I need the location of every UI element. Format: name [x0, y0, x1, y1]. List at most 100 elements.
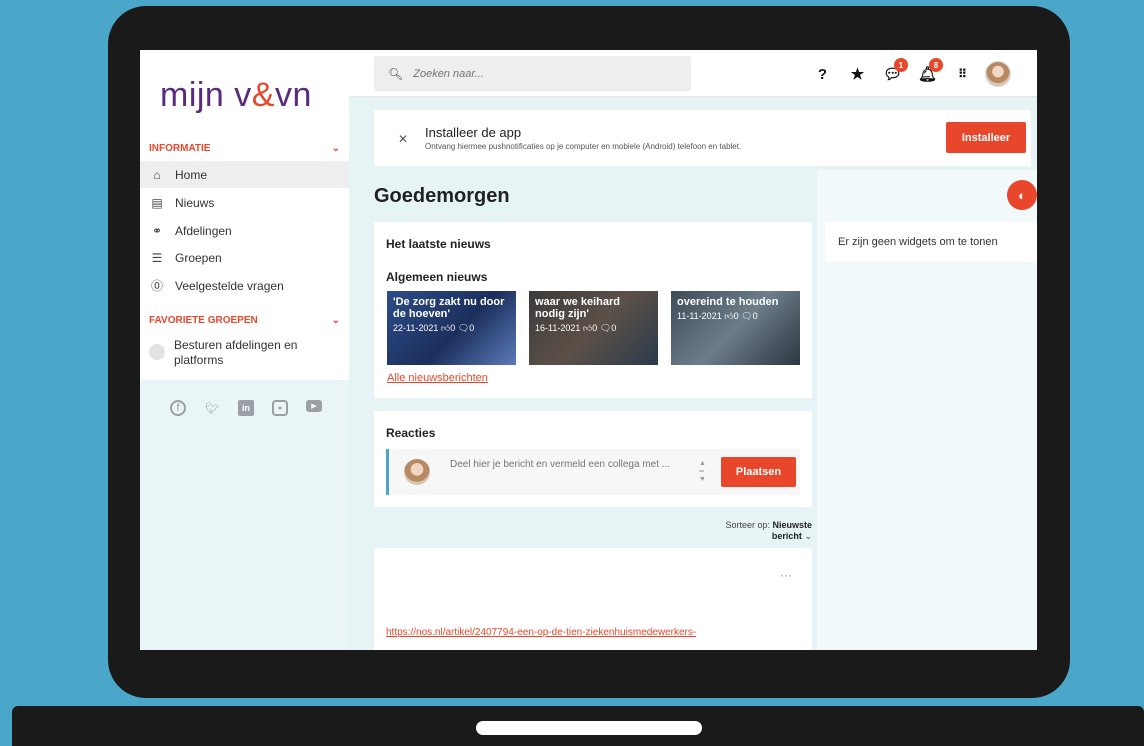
news-date: 22-11-2021 [393, 323, 439, 333]
reaction-input[interactable] [450, 457, 695, 487]
apps-grid-icon[interactable]: ⠿ [945, 58, 980, 90]
comments-count: 0 [469, 323, 475, 333]
reactions-title: Reacties [386, 426, 436, 440]
reactions-card: Reacties ▲═▼ Plaatsen [374, 411, 812, 507]
section-informatie-label: INFORMATIE [149, 142, 211, 154]
linkedin-icon[interactable]: in [238, 400, 254, 416]
news-card: Het laatste nieuws Algemeen nieuws 'De z… [374, 222, 812, 398]
laptop-notch [476, 721, 702, 735]
comments-count: 0 [611, 323, 617, 333]
social-links: f 🐦︎ in ● ▶ [170, 400, 322, 416]
search-icon: 🔍︎ [388, 66, 404, 81]
avatar [404, 459, 430, 485]
reaction-composer: ▲═▼ Plaatsen [386, 449, 800, 495]
widgets-empty-text: Er zijn geen widgets om te tonen [838, 236, 998, 248]
sidebar-item-home[interactable]: ⌂ Home [140, 161, 349, 188]
sidebar-item-groepen[interactable]: ☰ Groepen [140, 244, 349, 271]
comment-icon: 🗨︎ [741, 311, 753, 321]
news-tiles: 'De zorg zakt nu door de hoeven' 22-11-2… [387, 291, 800, 365]
sidebar-item-label: Afdelingen [175, 223, 232, 238]
news-section-title: Algemeen nieuws [386, 270, 488, 284]
comments-count: 0 [752, 311, 758, 321]
sidebar-item-label: Groepen [175, 250, 222, 265]
news-tile-meta: 16-11-2021 👍︎0 🗨︎0 [535, 322, 652, 334]
widgets-card: Er zijn geen widgets om te tonen [825, 222, 1037, 262]
likes-count: 0 [592, 323, 598, 333]
all-news-link[interactable]: Alle nieuwsberichten [387, 372, 488, 384]
logo-ampersand: & [251, 76, 275, 114]
sidebar-item-faq[interactable]: ⓪ Veelgestelde vragen [140, 272, 349, 299]
top-bar: 🔍︎ ? ★ 💬︎1 🔔︎8 ⠿ [349, 50, 1037, 97]
chat-badge: 1 [894, 58, 908, 72]
logo-text-1: mijn v [160, 76, 252, 114]
thumbs-up-icon: 👍︎ [440, 323, 451, 333]
section-favoriete-groepen[interactable]: FAVORIETE GROEPEN ⌄ [149, 312, 340, 328]
news-tile[interactable]: overeind te houden 11-11-2021 👍︎0 🗨︎0 [671, 291, 800, 365]
logo[interactable]: mijn v&vn [160, 76, 312, 115]
sidebar-item-label: Home [175, 167, 208, 182]
search-box[interactable]: 🔍︎ [374, 56, 691, 91]
notifications-badge: 8 [929, 58, 943, 72]
banner-title: Installeer de app [425, 125, 522, 140]
sitemap-icon: ⚭ [151, 223, 163, 238]
post-button[interactable]: Plaatsen [721, 457, 796, 487]
sidebar-item-label: Veelgestelde vragen [175, 278, 284, 293]
news-tile-title: 'De zorg zakt nu door de hoeven' [393, 296, 505, 320]
question-circle-icon: ⓪ [150, 279, 163, 293]
news-date: 11-11-2021 [677, 311, 722, 321]
chevron-down-icon: ⌄ [331, 142, 340, 154]
post-link[interactable]: https://nos.nl/artikel/2407794-een-op-de… [386, 627, 696, 638]
sort-control[interactable]: Sorteer op: Nieuwste bericht ⌄ [700, 520, 812, 542]
section-fav-label: FAVORIETE GROEPEN [149, 314, 258, 326]
home-icon: ⌂ [153, 167, 161, 182]
screen: mijn v&vn INFORMATIE ⌄ ⌂ Home ▤ Nieuws ⚭… [140, 50, 1037, 650]
chevron-down-icon: ⌄ [331, 314, 340, 326]
news-tile[interactable]: waar we keihard nodig zijn' 16-11-2021 👍… [529, 291, 658, 365]
sort-label: Sorteer op: [725, 520, 770, 530]
likes-count: 0 [733, 311, 739, 321]
top-icons: ? ★ 💬︎ 1 🔔︎ 8 ⠿ [805, 58, 1015, 90]
chevron-down-icon: ⌄ [804, 531, 812, 541]
likes-count: 0 [450, 323, 456, 333]
sidebar: mijn v&vn INFORMATIE ⌄ ⌂ Home ▤ Nieuws ⚭… [140, 50, 349, 650]
close-icon[interactable]: ✕ [398, 132, 408, 146]
bell-icon[interactable]: 🔔︎ 8 [910, 58, 945, 90]
news-tile-meta: 11-11-2021 👍︎0 🗨︎0 [677, 310, 794, 322]
fav-item-besturen[interactable]: Besturen afdelingen en platforms [149, 338, 339, 368]
news-tile-title: overeind te houden [677, 296, 779, 308]
contrast-toggle-icon[interactable]: ◐ [1007, 180, 1037, 210]
resize-handle-icon[interactable]: ▲ ═ ▼ [699, 460, 709, 484]
instagram-icon[interactable]: ● [272, 400, 288, 416]
twitter-icon[interactable]: 🐦︎ [204, 400, 220, 416]
thumbs-up-icon: 👍︎ [582, 323, 593, 333]
sidebar-item-label: Nieuws [175, 195, 215, 210]
install-banner: ✕ Installeer de app Ontvang hiermee push… [374, 110, 1031, 166]
post-card: ··· https://nos.nl/artikel/2407794-een-o… [374, 548, 812, 650]
news-card-title: Het laatste nieuws [386, 237, 491, 251]
search-input[interactable] [413, 67, 674, 80]
fav-item-label: Besturen afdelingen en platforms [174, 338, 298, 367]
avatar [984, 61, 1011, 87]
comment-icon: 🗨︎ [457, 323, 470, 333]
comment-icon: 🗨︎ [599, 323, 612, 333]
chat-icon[interactable]: 💬︎ 1 [875, 58, 910, 90]
section-informatie[interactable]: INFORMATIE ⌄ [149, 140, 340, 156]
news-tile-title: waar we keihard nodig zijn' [535, 296, 620, 320]
help-icon[interactable]: ? [805, 58, 840, 90]
page-title: Goedemorgen [374, 185, 510, 207]
sidebar-item-nieuws[interactable]: ▤ Nieuws [140, 189, 349, 216]
group-avatar [149, 344, 165, 360]
news-tile-meta: 22-11-2021 👍︎0 🗨︎0 [393, 322, 510, 334]
sidebar-item-afdelingen[interactable]: ⚭ Afdelingen [140, 217, 349, 244]
layers-icon: ☰ [151, 250, 163, 265]
facebook-icon[interactable]: f [170, 400, 186, 416]
news-tile[interactable]: 'De zorg zakt nu door de hoeven' 22-11-2… [387, 291, 516, 365]
more-options-icon[interactable]: ··· [780, 568, 792, 582]
news-date: 16-11-2021 [535, 323, 581, 333]
logo-text-2: vn [274, 76, 312, 114]
install-button[interactable]: Installeer [946, 122, 1026, 153]
banner-subtitle: Ontvang hiermee pushnotificaties op je c… [425, 142, 742, 151]
star-icon[interactable]: ★ [840, 58, 875, 90]
user-menu[interactable] [980, 58, 1015, 90]
youtube-icon[interactable]: ▶ [306, 400, 322, 412]
